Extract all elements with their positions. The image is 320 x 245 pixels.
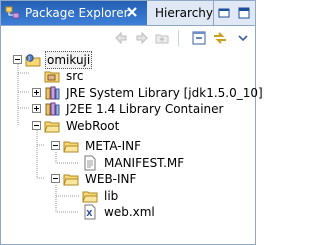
folder-icon bbox=[63, 174, 79, 186]
link-with-editor-icon[interactable] bbox=[212, 30, 228, 46]
tree-item-label: src bbox=[66, 69, 84, 83]
forward-arrow-icon[interactable] bbox=[134, 30, 150, 46]
svg-text:X: X bbox=[86, 209, 93, 218]
source-folder-icon bbox=[44, 71, 60, 83]
expand-toggle-icon[interactable] bbox=[32, 88, 41, 97]
expand-toggle-icon[interactable] bbox=[32, 104, 41, 113]
tree-item-label: web.xml bbox=[104, 205, 155, 219]
tree-item-meta-inf[interactable]: META-INF bbox=[63, 137, 143, 155]
tree-item-label: WEB-INF bbox=[85, 172, 137, 186]
collapse-toggle-icon[interactable] bbox=[13, 55, 22, 64]
folder-icon bbox=[44, 121, 60, 133]
up-folder-icon[interactable] bbox=[154, 30, 170, 46]
xml-file-icon: X bbox=[84, 204, 96, 220]
collapse-toggle-icon[interactable] bbox=[32, 121, 41, 130]
back-arrow-icon[interactable] bbox=[113, 30, 129, 46]
tree-item-label: WebRoot bbox=[66, 119, 120, 133]
svg-text:J: J bbox=[27, 56, 29, 62]
minimize-icon[interactable] bbox=[217, 6, 231, 20]
folder-icon bbox=[63, 141, 79, 153]
tree-item-label: lib bbox=[104, 189, 119, 203]
tab-label: Package Explorer bbox=[25, 6, 129, 20]
view-tab-bar: Package Explorer Hierarchy bbox=[1, 1, 255, 26]
tree-item-label: MANIFEST.MF bbox=[104, 156, 185, 170]
maximize-icon[interactable] bbox=[237, 6, 251, 20]
tree-item-label: META-INF bbox=[85, 139, 142, 153]
tree-item-j2ee-library[interactable]: J2EE 1.4 Library Container bbox=[44, 100, 225, 118]
collapse-all-icon[interactable] bbox=[191, 30, 207, 46]
tree-item-label: J2EE 1.4 Library Container bbox=[66, 102, 224, 116]
tab-package-explorer[interactable]: Package Explorer bbox=[1, 1, 147, 25]
project-tree: J omikuji src JRE System Library [jdk1.5… bbox=[1, 50, 263, 244]
package-explorer-icon bbox=[5, 6, 20, 19]
file-icon bbox=[84, 155, 96, 171]
view-toolbar bbox=[1, 26, 255, 50]
folder-icon bbox=[82, 191, 98, 203]
tree-item-src[interactable]: src bbox=[44, 67, 86, 85]
library-icon bbox=[45, 86, 60, 100]
library-icon bbox=[45, 102, 60, 116]
tab-divider bbox=[213, 1, 214, 25]
tree-item-web-xml[interactable]: X web.xml bbox=[82, 203, 157, 221]
tab-hierarchy[interactable]: Hierarchy bbox=[149, 1, 221, 25]
tree-item-label: JRE System Library [jdk1.5.0_10] bbox=[66, 86, 263, 100]
tab-label: Hierarchy bbox=[155, 6, 214, 20]
close-icon[interactable] bbox=[125, 5, 139, 19]
toolbar-separator bbox=[178, 30, 179, 46]
package-explorer-view: Package Explorer Hierarchy J omikuji src… bbox=[0, 0, 263, 245]
tree-item-web-inf[interactable]: WEB-INF bbox=[63, 170, 138, 188]
java-project-icon: J bbox=[25, 54, 41, 67]
tree-item-webroot[interactable]: WebRoot bbox=[44, 117, 121, 135]
collapse-toggle-icon[interactable] bbox=[51, 141, 60, 150]
collapse-toggle-icon[interactable] bbox=[51, 174, 60, 183]
view-menu-icon[interactable] bbox=[235, 30, 251, 46]
